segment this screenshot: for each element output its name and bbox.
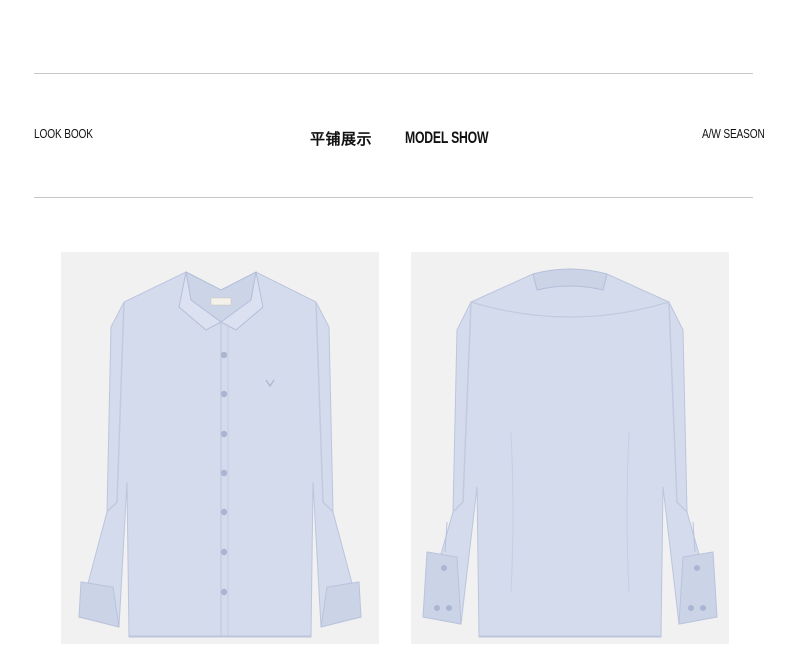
section-title: 平铺展示 MODEL SHOW [310,126,489,150]
top-divider [34,73,753,74]
look-book-label: LOOK BOOK [34,126,93,141]
shirt-front-image [61,252,379,644]
season-label: A/W SEASON [702,126,765,141]
shirt-back-icon [422,268,718,638]
section-title-en: MODEL SHOW [405,128,489,147]
bottom-divider [34,197,753,198]
shirt-front-icon [78,271,362,638]
shirt-back-image [411,252,729,644]
section-title-cn: 平铺展示 [310,129,373,148]
